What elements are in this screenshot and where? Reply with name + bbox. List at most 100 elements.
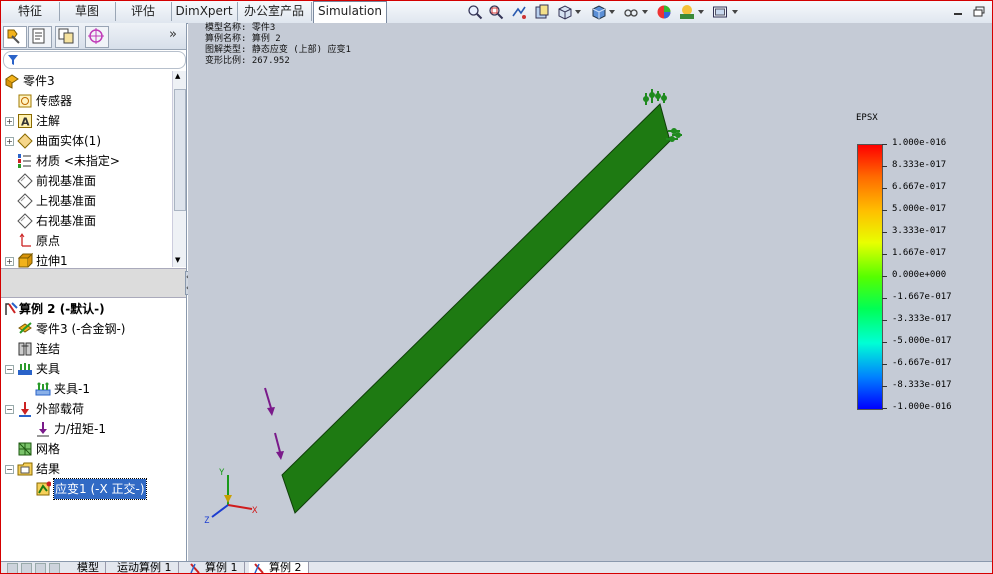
feature-tree-item-label: 前视基准面 xyxy=(36,174,97,188)
dimxpert-manager-tab[interactable] xyxy=(85,26,109,48)
plane-icon xyxy=(17,193,33,209)
legend-value: 8.333e-017 xyxy=(892,160,947,170)
tree-collapse-icon[interactable]: − xyxy=(5,365,14,374)
study-tab-icon xyxy=(190,563,200,573)
legend-tick xyxy=(882,166,887,167)
legend-tick xyxy=(882,144,887,145)
legend-value: -1.667e-017 xyxy=(892,292,952,302)
study-tree-item-label: 力/扭矩-1 xyxy=(54,422,107,436)
scroll-down-icon[interactable]: ▼ xyxy=(175,256,180,264)
prev-tab-icon[interactable] xyxy=(21,563,32,573)
study-tree-item-label: 连结 xyxy=(36,342,61,356)
next-tab-icon[interactable] xyxy=(35,563,46,573)
tree-expander-icon[interactable]: + xyxy=(5,117,14,126)
tree-expander-icon[interactable]: + xyxy=(5,257,14,266)
study-tree-item-label: 夹具 xyxy=(36,362,61,376)
model-study-tabs: 模型 运动算例 1 算例 1 算例 2 xyxy=(1,561,992,574)
mesh-icon xyxy=(18,442,32,456)
force-arrow-icon[interactable] xyxy=(274,432,284,460)
previous-view-icon[interactable] xyxy=(511,4,527,20)
legend-tick xyxy=(882,254,887,255)
command-manager: 特征 草图 评估 DimXpert 办公室产品 Simulation xyxy=(1,1,992,24)
configuration-manager-tab[interactable] xyxy=(55,26,79,48)
feature-tree-item-label: 注解 xyxy=(36,114,61,128)
panel-splitter[interactable]: ‹‹ xyxy=(1,268,193,298)
tab-office-products[interactable]: 办公室产品 xyxy=(237,2,312,21)
minimize-icon[interactable] xyxy=(953,6,963,19)
apply-scene-icon[interactable] xyxy=(679,4,695,20)
display-style-icon[interactable] xyxy=(591,4,607,20)
zoom-to-fit-icon[interactable] xyxy=(467,4,483,20)
graphics-viewport[interactable]: 模型名称: 零件3 算例名称: 算例 2 图解类型: 静态应变 (上部) 应变1… xyxy=(188,23,992,561)
study-tree-item-label: 网格 xyxy=(36,442,61,456)
first-tab-icon[interactable] xyxy=(7,563,18,573)
tab-study-2-label: 算例 2 xyxy=(269,561,302,574)
study-tree-item-label: 结果 xyxy=(36,462,61,476)
legend-value: -8.333e-017 xyxy=(892,380,952,390)
view-orientation-icon[interactable] xyxy=(557,4,573,20)
triad-z-axis xyxy=(211,504,229,518)
last-tab-icon[interactable] xyxy=(49,563,60,573)
legend-title: EPSX xyxy=(856,113,878,123)
property-manager-icon xyxy=(32,28,45,44)
configuration-manager-icon xyxy=(58,28,74,44)
solidworks-window: 特征 草图 评估 DimXpert 办公室产品 Simulation » 零件3… xyxy=(0,0,993,574)
legend-value: 1.667e-017 xyxy=(892,248,947,258)
tab-model[interactable]: 模型 xyxy=(71,562,106,573)
legend-tick xyxy=(882,276,887,277)
feature-manager-panel: » 零件3 传感器 A 注解 + 曲面实体(1) + 材质 <未指定> 前视基准面 上视基准面 右视… xyxy=(1,23,193,561)
legend-tick xyxy=(882,188,887,189)
hide-show-items-icon[interactable] xyxy=(623,4,639,20)
feature-tree-item-label: 原点 xyxy=(36,234,61,248)
triad-y-label: Y xyxy=(219,468,225,478)
scroll-thumb[interactable] xyxy=(174,89,186,211)
tree-collapse-icon[interactable]: − xyxy=(5,465,14,474)
study-title: 算例 2 (-默认-) xyxy=(19,302,105,316)
triad-origin-icon xyxy=(224,495,232,503)
study-tree-item-label: 外部载荷 xyxy=(36,402,85,416)
tab-study-1-label: 算例 1 xyxy=(205,561,238,574)
section-view-icon[interactable] xyxy=(534,4,550,20)
tab-sketch[interactable]: 草图 xyxy=(59,2,116,21)
display-style-dropdown-icon[interactable] xyxy=(609,10,615,14)
property-manager-tab[interactable] xyxy=(28,26,52,48)
tree-collapse-icon[interactable]: − xyxy=(5,405,14,414)
coordinate-triad: Y X Z xyxy=(204,468,258,526)
hide-show-dropdown-icon[interactable] xyxy=(642,10,648,14)
apply-scene-dropdown-icon[interactable] xyxy=(698,10,704,14)
tab-study-2[interactable]: 算例 2 xyxy=(249,561,309,574)
legend-tick xyxy=(882,408,887,409)
sensor-icon xyxy=(18,94,32,108)
legend-tick xyxy=(882,364,887,365)
part-icon xyxy=(5,74,19,89)
tab-features[interactable]: 特征 xyxy=(1,2,60,21)
feature-manager-tab[interactable] xyxy=(3,26,27,48)
edit-appearance-icon[interactable] xyxy=(656,4,672,20)
tab-simulation[interactable]: Simulation xyxy=(313,1,387,23)
restore-icon[interactable] xyxy=(973,6,985,20)
view-orientation-dropdown-icon[interactable] xyxy=(575,10,581,14)
legend-tick xyxy=(882,210,887,211)
tab-motion-study-1[interactable]: 运动算例 1 xyxy=(111,562,179,573)
tree-filter-field[interactable] xyxy=(3,51,186,69)
scroll-up-icon[interactable]: ▲ xyxy=(175,72,180,80)
tab-evaluate[interactable]: 评估 xyxy=(115,2,172,21)
tree-expander-icon[interactable]: + xyxy=(5,137,14,146)
extrude-icon xyxy=(17,253,33,268)
fixed-geometry-icon[interactable] xyxy=(643,89,667,105)
external-loads-icon xyxy=(19,402,31,417)
view-settings-icon[interactable] xyxy=(712,4,728,20)
force-arrow-icon[interactable] xyxy=(264,387,275,416)
tab-study-1[interactable]: 算例 1 xyxy=(185,561,245,574)
feature-tree-scrollbar[interactable]: ▲ ▼ xyxy=(172,71,186,267)
tab-dimxpert[interactable]: DimXpert xyxy=(171,2,238,21)
feature-tree-item-label: 零件3 xyxy=(23,74,55,88)
expand-panel-button[interactable]: » xyxy=(169,27,177,42)
zoom-to-area-icon[interactable] xyxy=(488,4,504,20)
triad-z-label: Z xyxy=(204,516,210,526)
view-settings-dropdown-icon[interactable] xyxy=(732,10,738,14)
deformed-beam-body[interactable] xyxy=(281,103,671,514)
feature-tree-item-label: 曲面实体(1) xyxy=(36,134,101,148)
study-icon xyxy=(5,302,18,315)
study-tree-item-label: 夹具-1 xyxy=(54,382,90,396)
